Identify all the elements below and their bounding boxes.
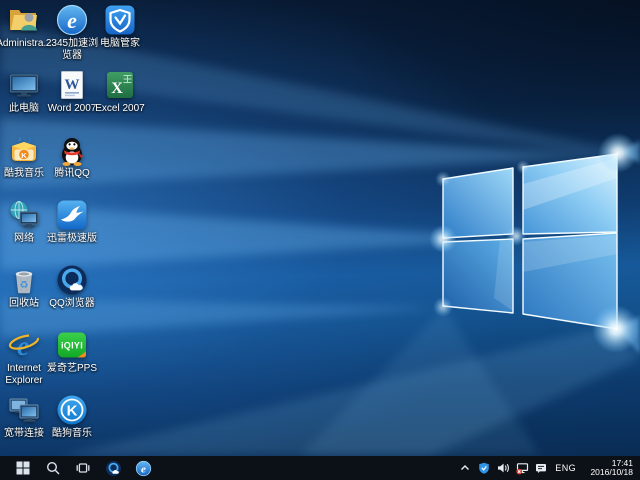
iqiyi-pps-icon: iQIYI [55, 328, 89, 362]
tray-ime-notification[interactable] [534, 461, 548, 475]
tencent-qq-icon [55, 133, 89, 167]
task-view-icon [76, 461, 90, 475]
clock-date: 2016/10/18 [583, 468, 633, 478]
taskbar-buttons: e [10, 456, 156, 480]
2345-browser-icon: e [55, 3, 89, 37]
chevron-up-icon [459, 462, 471, 474]
desktop-icon-internet-explorer[interactable]: e Internet Explorer [0, 328, 48, 386]
tray-network-disconnected[interactable] [515, 461, 529, 475]
2345-browser-taskbar-icon: e [135, 460, 152, 477]
desktop-icon-recycle-bin[interactable]: ♻ 回收站 [0, 263, 48, 310]
network-icon [7, 198, 41, 232]
taskbar-qq-browser-button[interactable] [100, 456, 126, 480]
search-icon [46, 461, 60, 475]
tray-clock[interactable]: 17:41 2016/10/18 [583, 459, 635, 478]
desktop-icon-word-2007[interactable]: W Word 2007 [48, 68, 96, 115]
icon-label: Excel 2007 [92, 103, 148, 115]
desktop-icon-xunlei[interactable]: 迅雷极速版 [48, 198, 96, 245]
desktop-icon-pc-manager[interactable]: 电脑管家 [96, 3, 144, 50]
desktop-icon-excel-2007[interactable]: X Excel 2007 [96, 68, 144, 115]
task-view-button[interactable] [70, 456, 96, 480]
user-folder-icon [7, 3, 41, 37]
kugou-music-icon: K [55, 393, 89, 427]
windows-logo-icon [16, 461, 30, 475]
desktop-icon-tencent-qq[interactable]: 腾讯QQ [48, 133, 96, 180]
icon-label: QQ浏览器 [44, 298, 100, 310]
tray-volume[interactable] [496, 461, 510, 475]
icon-label: 电脑管家 [92, 38, 148, 50]
desktop-icon-2345-browser[interactable]: e 2345加速浏览器 [48, 3, 96, 61]
taskbar: e [0, 456, 640, 480]
kuwo-music-icon: ♪ ♪ K [7, 133, 41, 167]
speaker-icon [497, 462, 510, 474]
recycle-bin-icon: ♻ [7, 263, 41, 297]
internet-explorer-icon: e [7, 328, 41, 362]
windows-desktop: Administra... e 2345加速浏览器 电脑管家 [0, 0, 640, 480]
word-2007-icon: W [55, 68, 89, 102]
svg-text:e: e [141, 463, 146, 475]
excel-2007-icon: X [103, 68, 137, 102]
qq-browser-taskbar-icon [105, 460, 122, 477]
svg-text:iQIYI: iQIYI [61, 341, 83, 351]
desktop-icon-kugou-music[interactable]: K 酷狗音乐 [48, 393, 96, 440]
message-bubble-icon [535, 462, 547, 474]
icon-label: 爱奇艺PPS [44, 363, 100, 375]
shield-icon [478, 462, 490, 474]
desktop-icon-qq-browser[interactable]: QQ浏览器 [48, 263, 96, 310]
xunlei-icon [55, 198, 89, 232]
svg-text:K: K [67, 403, 78, 420]
desktop-icon-administrator[interactable]: Administra... [0, 3, 48, 50]
svg-text:♻: ♻ [20, 280, 29, 291]
desktop-icon-grid: Administra... e 2345加速浏览器 电脑管家 [0, 0, 160, 456]
tray-pc-manager[interactable] [477, 461, 491, 475]
pc-manager-icon [103, 3, 137, 37]
desktop-icon-network[interactable]: 网络 [0, 198, 48, 245]
broadband-icon [7, 393, 41, 427]
svg-text:K: K [21, 151, 27, 160]
search-button[interactable] [40, 456, 66, 480]
icon-label: 腾讯QQ [44, 168, 100, 180]
qq-browser-icon [55, 263, 89, 297]
desktop-icon-broadband[interactable]: 宽带连接 [0, 393, 48, 440]
svg-text:♪: ♪ [18, 136, 22, 143]
svg-text:X: X [111, 80, 123, 97]
svg-text:W: W [65, 77, 80, 93]
taskbar-2345-browser-button[interactable]: e [130, 456, 156, 480]
hidden-icons-chevron[interactable] [458, 461, 472, 475]
language-indicator[interactable]: ENG [553, 463, 578, 473]
desktop-icon-kuwo-music[interactable]: ♪ ♪ K 酷我音乐 [0, 133, 48, 180]
this-pc-icon [7, 68, 41, 102]
svg-text:e: e [67, 8, 77, 33]
start-button[interactable] [10, 456, 36, 480]
desktop-icon-this-pc[interactable]: 此电脑 [0, 68, 48, 115]
icon-label: 迅雷极速版 [44, 233, 100, 245]
system-tray: ENG 17:41 2016/10/18 [458, 459, 635, 478]
network-disconnected-icon [516, 462, 529, 475]
icon-label: 酷狗音乐 [44, 428, 100, 440]
desktop-icon-iqiyi-pps[interactable]: iQIYI 爱奇艺PPS [48, 328, 96, 375]
